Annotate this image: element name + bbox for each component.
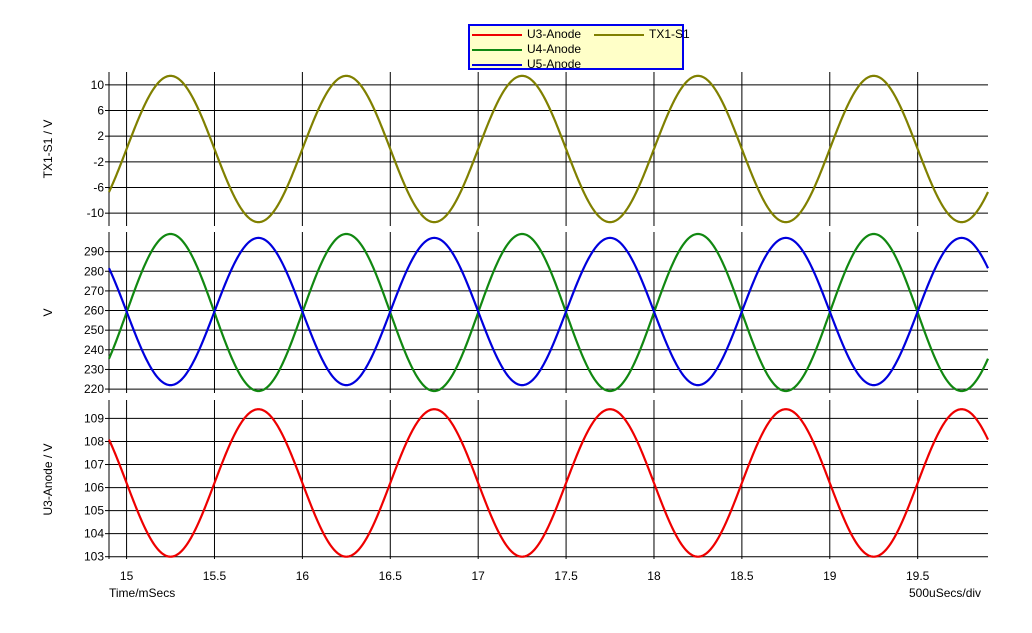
- y-tick-label: 103: [84, 550, 104, 564]
- legend-swatch-u3-anode: [472, 34, 522, 36]
- oscilloscope-chart: 1062-2-6-10TX1-S1 / V2902802702602502402…: [41, 72, 990, 583]
- y-tick-label: -6: [93, 181, 104, 195]
- y-tick-label: 104: [84, 527, 104, 541]
- time-per-division-label: 500uSecs/div: [909, 586, 982, 600]
- y-axis-title-3: U3-Anode / V: [41, 443, 55, 515]
- y-tick-label: 109: [84, 411, 104, 425]
- legend-swatch-tx1-s1: [594, 34, 644, 36]
- y-tick-label: -2: [93, 155, 104, 169]
- x-tick-label: 16.5: [379, 569, 403, 583]
- x-tick-label: 19.5: [906, 569, 930, 583]
- y-tick-label: 260: [84, 304, 104, 318]
- y-tick-label: 105: [84, 504, 104, 518]
- legend-label-u4-anode: U4-Anode: [527, 42, 582, 56]
- legend-label-tx1-s1: TX1-S1: [649, 27, 690, 41]
- y-tick-label: 107: [84, 458, 104, 472]
- y-axis-title-2: V: [41, 308, 55, 316]
- panel-2: 290 280 270 260 250 240 230 220 V: [41, 232, 990, 396]
- x-tick-label: 15: [120, 569, 134, 583]
- x-tick-label: 17.5: [554, 569, 578, 583]
- x-axis-label: Time/mSecs: [109, 586, 176, 600]
- series-line-tx1-s1: [108, 74, 989, 224]
- y-tick-label: 108: [84, 434, 104, 448]
- y-tick-label: 250: [84, 323, 104, 337]
- panel-1: 10 6 2 -2 -6 -10 TX1-S1 / V: [41, 72, 989, 226]
- x-tick-label: 15.5: [203, 569, 227, 583]
- chart-legend: U3-Anode U4-Anode U5-Anode TX1-S1: [468, 24, 690, 71]
- y-tick-label: 220: [84, 382, 104, 396]
- y-tick-label: 240: [84, 343, 104, 357]
- legend-label-u5-anode: U5-Anode: [527, 57, 582, 71]
- legend-swatch-u5-anode: [472, 64, 522, 66]
- series-line-u5-anode: [108, 236, 989, 387]
- y-tick-label: 290: [84, 245, 104, 259]
- y-tick-label: 230: [84, 362, 104, 376]
- legend-label-u3-anode: U3-Anode: [527, 27, 582, 41]
- panel-3: 109 108 107 106 105 104 103 U3-Anode / V: [41, 400, 989, 564]
- y-tick-label: 270: [84, 284, 104, 298]
- y-tick-label: 6: [97, 104, 104, 118]
- y-tick-label: -10: [87, 206, 105, 220]
- x-tick-label: 19: [823, 569, 837, 583]
- y-tick-label: 280: [84, 264, 104, 278]
- legend-swatch-u4-anode: [472, 49, 522, 51]
- y-tick-label: 106: [84, 481, 104, 495]
- series-line-u4-anode: [107, 232, 990, 393]
- x-tick-label: 18: [647, 569, 661, 583]
- x-tick-label: 18.5: [730, 569, 754, 583]
- y-axis-title-1: TX1-S1 / V: [41, 120, 55, 179]
- x-tick-label: 17: [472, 569, 486, 583]
- y-tick-label: 10: [91, 78, 105, 92]
- x-tick-label: 16: [296, 569, 310, 583]
- y-tick-label: 2: [97, 129, 104, 143]
- series-line-u3-anode: [108, 408, 989, 558]
